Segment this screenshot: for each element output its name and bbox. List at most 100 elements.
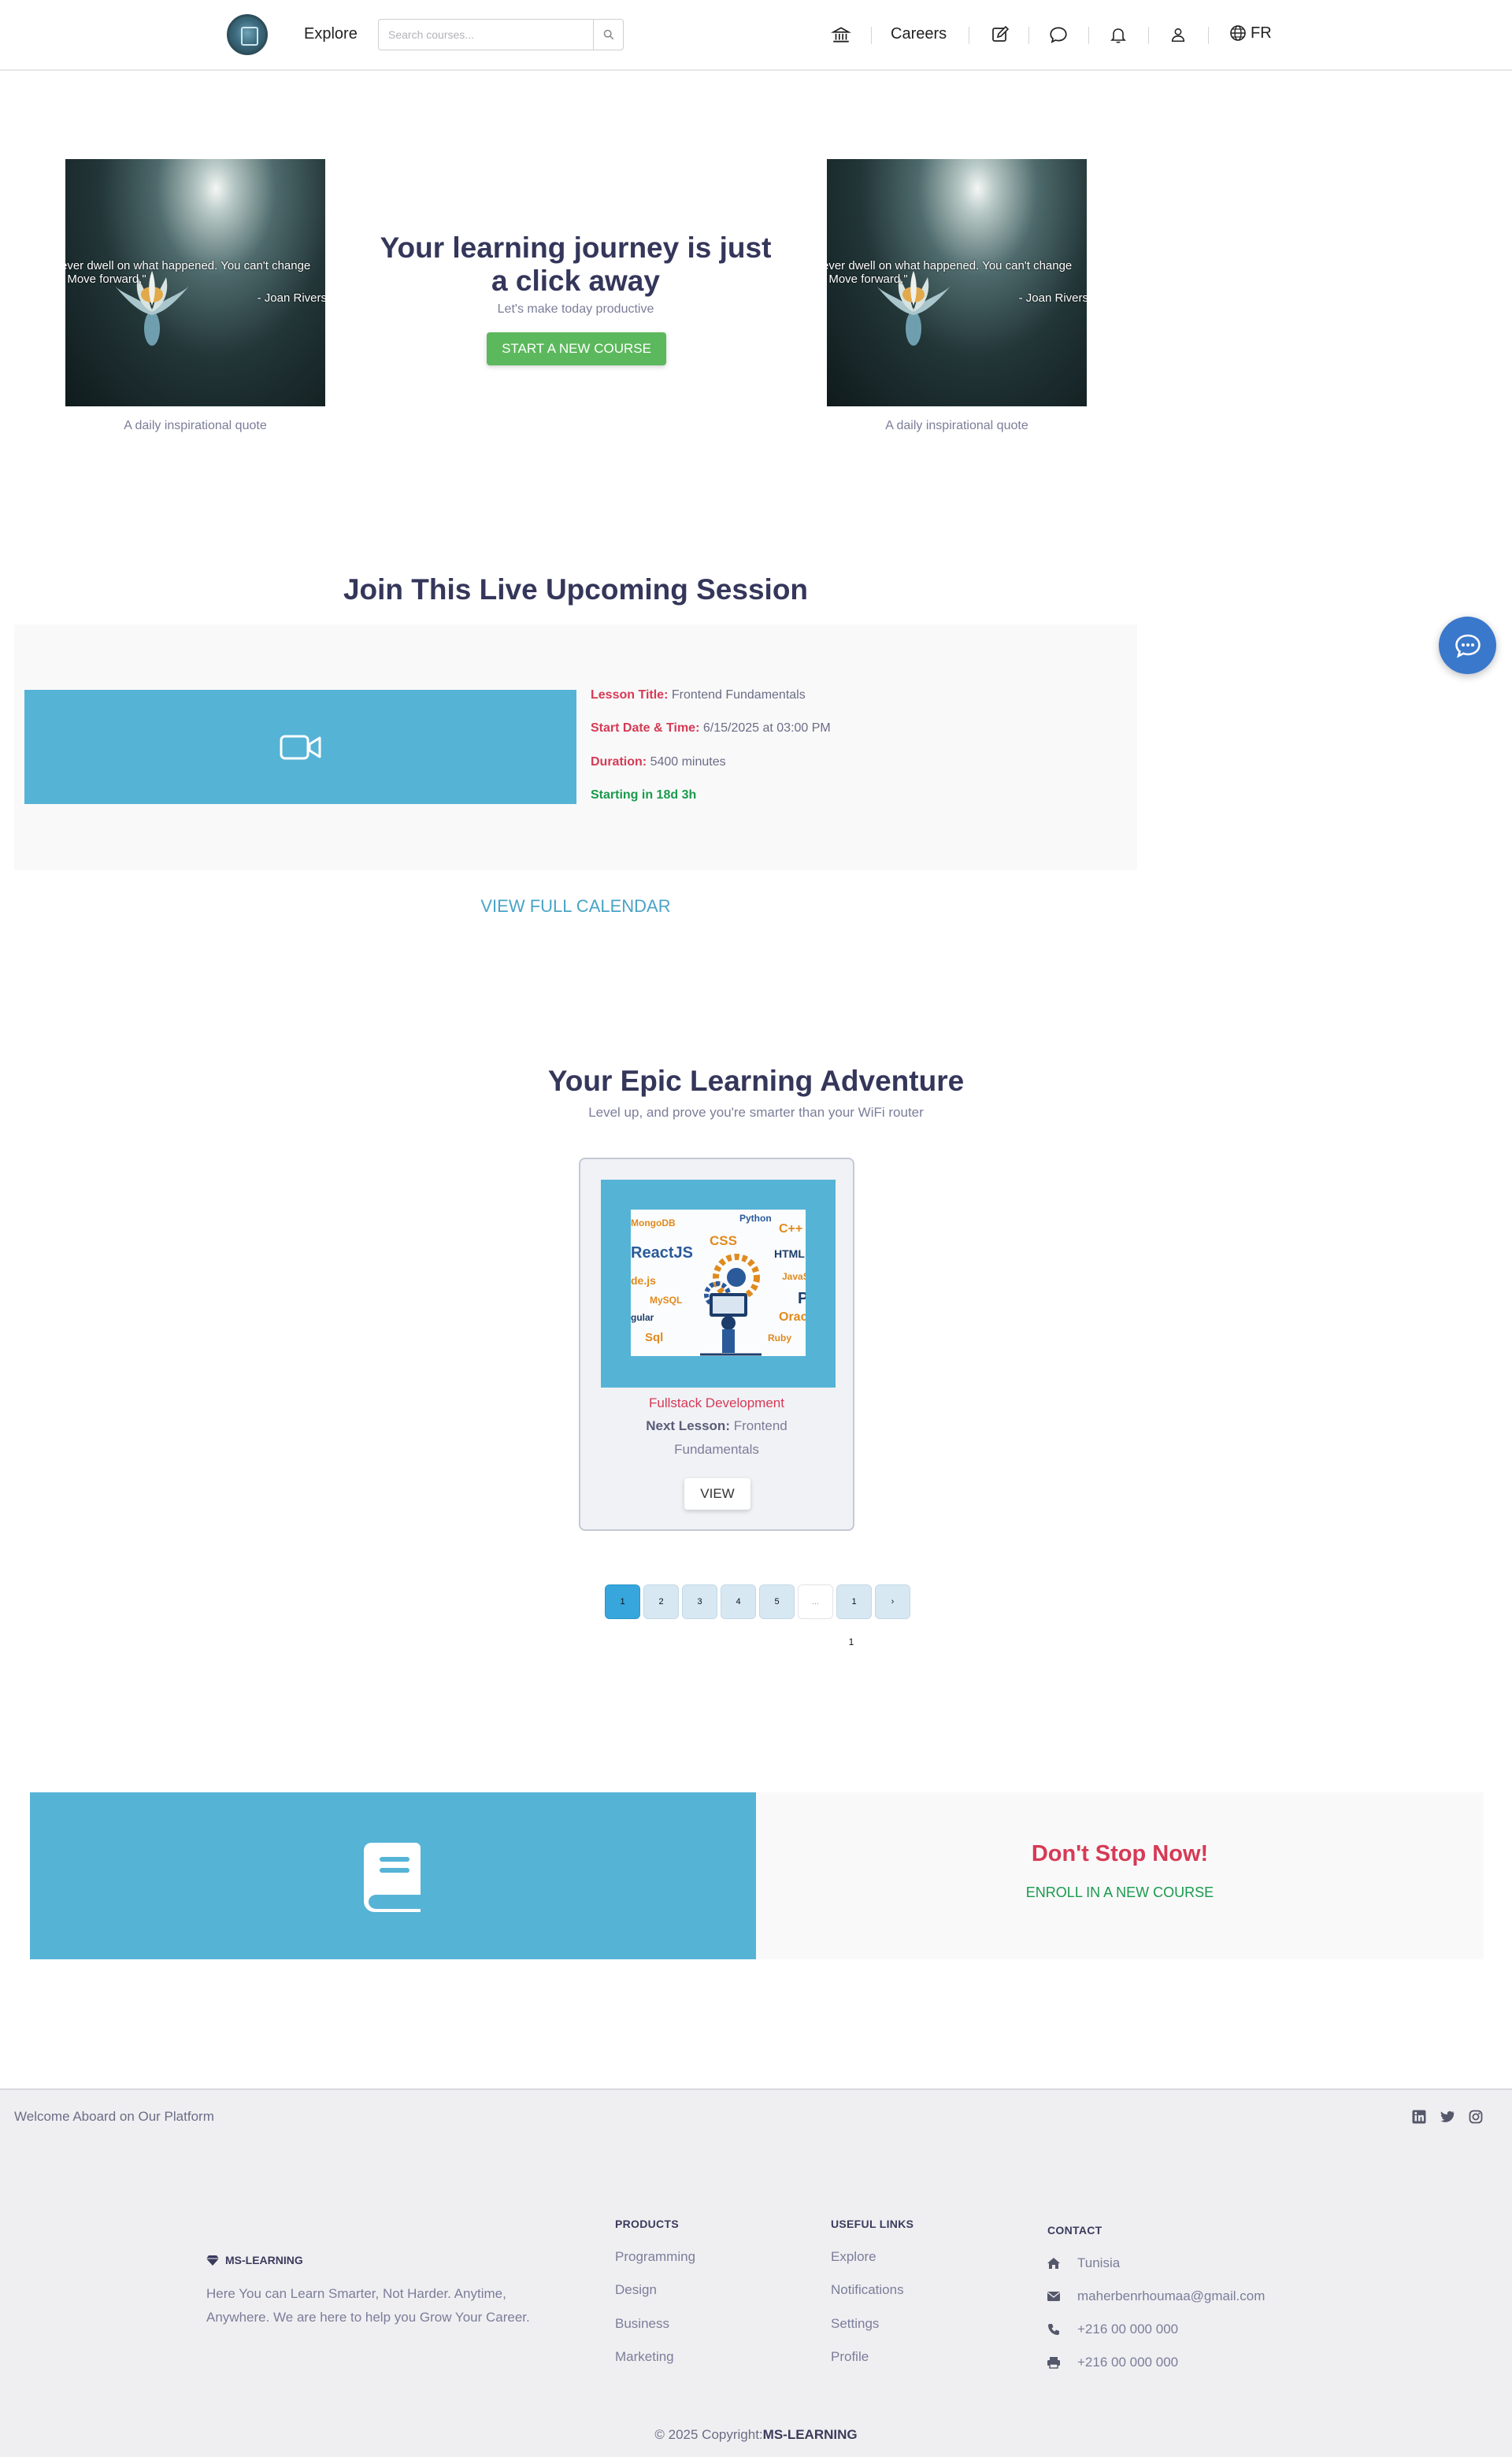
- contact-email: maherbenrhoumaa@gmail.com: [1046, 2288, 1265, 2304]
- page-button-2[interactable]: 2: [643, 1584, 679, 1619]
- printer-icon: [1047, 2357, 1060, 2369]
- footer-link-profile[interactable]: Profile: [831, 2349, 869, 2365]
- notifications-button[interactable]: [1106, 17, 1131, 52]
- adventure-subtitle: Level up, and prove you're smarter than …: [588, 1105, 924, 1120]
- linkedin-icon: [1412, 2110, 1426, 2124]
- search-box: [378, 19, 624, 50]
- footer-brand: MS-LEARNING: [206, 2254, 303, 2266]
- edit-icon: [992, 25, 1010, 42]
- site-logo[interactable]: [227, 14, 268, 55]
- duration-row: Duration: 5400 minutes: [591, 755, 726, 769]
- start-new-course-button[interactable]: START A NEW COURSE: [487, 332, 666, 365]
- search-button[interactable]: [593, 20, 623, 50]
- twitter-link[interactable]: [1440, 2109, 1455, 2125]
- language-switcher[interactable]: FR: [1228, 24, 1272, 43]
- adventure-title: Your Epic Learning Adventure: [547, 1065, 965, 1097]
- hero-subtitle: Let's make today productive: [497, 302, 654, 316]
- page-next-button[interactable]: ›: [875, 1584, 910, 1619]
- copyright-brand[interactable]: MS-LEARNING: [763, 2427, 858, 2442]
- course-view-button[interactable]: VIEW: [684, 1478, 750, 1510]
- language-label: FR: [1251, 24, 1272, 42]
- banner-illustration: [30, 1792, 756, 1959]
- page-button-5[interactable]: 5: [759, 1584, 795, 1619]
- footer-welcome: Welcome Aboard on Our Platform: [14, 2109, 214, 2124]
- useful-links-heading: USEFUL LINKS: [831, 2218, 914, 2230]
- home-icon: [1047, 2258, 1060, 2269]
- footer-link-settings[interactable]: Settings: [831, 2316, 879, 2332]
- hero-title: Your learning journey is just a click aw…: [380, 232, 772, 297]
- quote-text: ever dwell on what happened. You can't c…: [65, 259, 311, 286]
- nav-explore-link[interactable]: Explore: [304, 25, 358, 43]
- nav-divider: [1208, 27, 1209, 44]
- top-navbar: Explore Careers FR: [0, 0, 1512, 71]
- footer-link-business[interactable]: Business: [615, 2316, 669, 2332]
- enroll-new-course-link[interactable]: ENROLL IN A NEW COURSE: [756, 1884, 1484, 1901]
- book-icon: [364, 1843, 421, 1912]
- duration-value: 5400 minutes: [650, 755, 726, 769]
- copyright: © 2025 Copyright:MS-LEARNING: [654, 2427, 858, 2442]
- products-heading: PRODUCTS: [615, 2218, 679, 2230]
- contact-location: Tunisia: [1046, 2255, 1120, 2271]
- contact-fax: +216 00 000 000: [1046, 2355, 1178, 2370]
- pagination-count: 1: [848, 1636, 854, 1647]
- messages-button[interactable]: [1046, 17, 1071, 52]
- user-icon: [1171, 28, 1185, 43]
- quote-caption: A daily inspirational quote: [885, 419, 1028, 432]
- start-time-label: Start Date & Time:: [591, 721, 700, 735]
- gem-icon: [206, 2255, 219, 2266]
- institution-icon: [831, 27, 851, 43]
- institution-button[interactable]: [828, 17, 854, 52]
- site-footer: Welcome Aboard on Our Platform MS-LEARNI…: [0, 2088, 1512, 2457]
- quote-author: - Joan Rivers: [257, 291, 325, 305]
- footer-link-explore[interactable]: Explore: [831, 2249, 876, 2265]
- footer-link-notifications[interactable]: Notifications: [831, 2282, 904, 2298]
- contact-phone: +216 00 000 000: [1046, 2322, 1178, 2337]
- bell-icon: [1110, 28, 1126, 43]
- nav-divider: [1088, 27, 1089, 44]
- footer-description: Here You can Learn Smarter, Not Harder. …: [206, 2286, 530, 2325]
- start-time-row: Start Date & Time: 6/15/2025 at 03:00 PM: [591, 721, 831, 736]
- course-card: MongoDB Python C++ CSS ReactJS HTML de.j…: [579, 1158, 854, 1531]
- view-full-calendar-link[interactable]: VIEW FULL CALENDAR: [0, 896, 1151, 917]
- quote-author: - Joan Rivers: [1018, 291, 1087, 305]
- footer-link-design[interactable]: Design: [615, 2282, 657, 2298]
- pagination: 1 2 3 4 5 ... 1 ›: [605, 1584, 910, 1619]
- video-camera-icon: [280, 735, 321, 759]
- banner-cta-panel: Don't Stop Now! ENROLL IN A NEW COURSE: [756, 1792, 1484, 1959]
- live-session-thumbnail[interactable]: [24, 690, 576, 804]
- page-button-3[interactable]: 3: [682, 1584, 717, 1619]
- footer-link-marketing[interactable]: Marketing: [615, 2349, 674, 2365]
- chat-support-button[interactable]: [1439, 617, 1496, 674]
- live-session-title: Join This Live Upcoming Session: [343, 573, 809, 606]
- lesson-title-value: Frontend Fundamentals: [671, 688, 806, 702]
- search-input[interactable]: [379, 20, 593, 50]
- quote-caption: A daily inspirational quote: [124, 419, 267, 432]
- quote-text: ever dwell on what happened. You can't c…: [827, 259, 1073, 286]
- tech-stack-illustration: MongoDB Python C++ CSS ReactJS HTML de.j…: [631, 1210, 806, 1356]
- profile-button[interactable]: [1166, 17, 1191, 52]
- nav-careers-link[interactable]: Careers: [891, 25, 947, 43]
- course-next-lesson: Next Lesson: Frontend Fundamentals: [628, 1414, 806, 1462]
- edit-button[interactable]: [988, 17, 1013, 52]
- course-thumbnail[interactable]: MongoDB Python C++ CSS ReactJS HTML de.j…: [601, 1180, 836, 1388]
- lesson-title-row: Lesson Title: Frontend Fundamentals: [591, 688, 806, 702]
- course-name[interactable]: Fullstack Development: [580, 1395, 853, 1411]
- next-lesson-label: Next Lesson:: [646, 1418, 730, 1433]
- search-icon: [603, 29, 613, 40]
- quote-image-right: ever dwell on what happened. You can't c…: [827, 159, 1087, 406]
- session-countdown: Starting in 18d 3h: [591, 788, 697, 802]
- phone-icon: [1048, 2324, 1059, 2335]
- footer-link-programming[interactable]: Programming: [615, 2249, 695, 2265]
- lesson-title-label: Lesson Title:: [591, 688, 669, 702]
- linkedin-link[interactable]: [1411, 2109, 1427, 2125]
- page-button-4[interactable]: 4: [721, 1584, 756, 1619]
- globe-icon: [1230, 25, 1246, 41]
- banner-title: Don't Stop Now!: [1031, 1841, 1209, 1866]
- page-button-last[interactable]: 1: [836, 1584, 872, 1619]
- page-button-1[interactable]: 1: [605, 1584, 640, 1619]
- footer-brand-name: MS-LEARNING: [225, 2254, 303, 2266]
- page-ellipsis: ...: [798, 1584, 833, 1619]
- instagram-link[interactable]: [1468, 2109, 1484, 2125]
- nav-divider: [871, 27, 872, 44]
- chat-icon: [1050, 27, 1067, 43]
